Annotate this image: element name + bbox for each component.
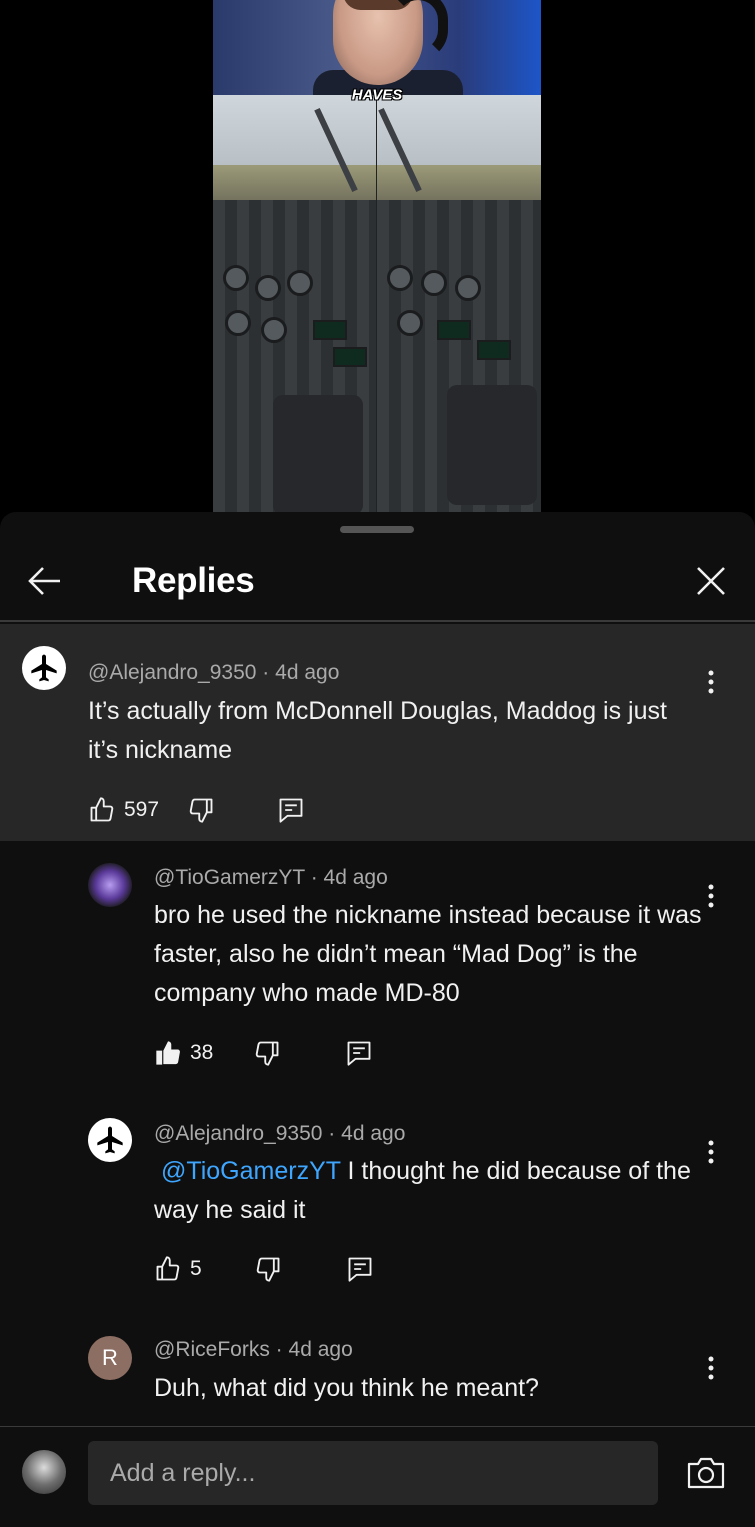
page-title: Replies — [132, 561, 255, 600]
thumbs-down-icon — [256, 1041, 279, 1066]
comment-meta: @Alejandro_9350 · 4d ago — [88, 661, 339, 685]
comment-author[interactable]: @Alejandro_9350 — [154, 1122, 322, 1145]
like-button[interactable]: 38 — [154, 1035, 213, 1071]
camera-icon — [687, 1457, 725, 1489]
comment-actions: 38 — [154, 1035, 373, 1071]
comment-time: 4d ago — [288, 1338, 353, 1361]
arrow-left-icon — [28, 567, 60, 595]
mention-link[interactable]: @TioGamerzYT — [161, 1157, 341, 1185]
replies-panel: Replies @Alejandro_9350 · 4d ago It’s ac… — [0, 512, 755, 1527]
reply-button[interactable] — [346, 1251, 374, 1287]
separator: · — [262, 661, 270, 684]
avatar[interactable] — [88, 1118, 132, 1162]
user-avatar[interactable] — [22, 1450, 66, 1494]
dislike-button[interactable] — [253, 1035, 281, 1071]
comment-meta: @RiceForks · 4d ago — [154, 1338, 353, 1362]
comment-actions: 5 — [154, 1251, 374, 1287]
airplane-icon — [97, 1126, 123, 1154]
separator: · — [310, 866, 318, 889]
cockpit-image — [213, 95, 541, 512]
separator: · — [328, 1122, 336, 1145]
comment-author[interactable]: @Alejandro_9350 — [88, 661, 256, 684]
avatar[interactable] — [22, 646, 66, 690]
reply-comment: R @RiceForks · 4d ago Duh, what did you … — [0, 1312, 755, 1426]
webcam-overlay — [213, 0, 541, 110]
comment-text: It’s actually from McDonnell Douglas, Ma… — [88, 697, 667, 764]
thumbs-down-icon — [256, 1257, 280, 1282]
close-icon — [697, 567, 725, 595]
thumbs-up-filled-icon — [156, 1041, 180, 1065]
camera-button[interactable] — [686, 1453, 726, 1493]
thumbs-down-icon — [189, 798, 213, 823]
comment-text: bro he used the nickname instead because… — [154, 901, 702, 1007]
comment-actions: 597 — [88, 792, 305, 828]
avatar[interactable] — [88, 863, 132, 907]
comment-text: @TioGamerzYT I thought he did because of… — [154, 1152, 714, 1230]
like-count: 5 — [190, 1257, 202, 1280]
thumbs-up-icon — [156, 1256, 180, 1281]
like-count: 597 — [124, 798, 160, 821]
like-button[interactable]: 597 — [88, 792, 159, 828]
airplane-icon — [31, 654, 57, 682]
replies-header: Replies — [0, 542, 755, 622]
reply-bar — [0, 1426, 755, 1527]
comment-icon — [348, 1257, 372, 1282]
back-button[interactable] — [22, 558, 68, 604]
comment-icon — [347, 1041, 371, 1066]
more-options-button[interactable] — [696, 664, 726, 700]
reply-button[interactable] — [345, 1035, 373, 1071]
video-frame: HAVES — [213, 0, 541, 512]
comment-author[interactable]: @RiceForks — [154, 1338, 270, 1361]
dislike-button[interactable] — [254, 1251, 282, 1287]
like-button[interactable]: 5 — [154, 1251, 202, 1287]
close-button[interactable] — [688, 558, 734, 604]
thumbs-up-icon — [90, 797, 114, 822]
comment-meta: @Alejandro_9350 · 4d ago — [154, 1122, 405, 1146]
dislike-button[interactable] — [187, 792, 215, 828]
comment-author[interactable]: @TioGamerzYT — [154, 866, 305, 889]
reply-button[interactable] — [277, 792, 305, 828]
more-vert-icon — [708, 670, 714, 694]
comment-icon — [279, 798, 303, 823]
drag-handle[interactable] — [340, 526, 414, 533]
separator: · — [275, 1338, 283, 1361]
headset-icon — [388, 0, 448, 60]
video-caption: HAVES — [351, 86, 403, 104]
comment-meta: @TioGamerzYT · 4d ago — [154, 866, 388, 890]
comment-time: 4d ago — [275, 661, 340, 684]
video-player[interactable]: HAVES — [0, 0, 755, 520]
avatar[interactable]: R — [88, 1336, 132, 1380]
comment-time: 4d ago — [323, 866, 388, 889]
like-count: 38 — [190, 1041, 214, 1064]
reply-comment: @TioGamerzYT · 4d ago bro he used the ni… — [0, 841, 755, 1091]
parent-comment: @Alejandro_9350 · 4d ago It’s actually f… — [0, 624, 755, 841]
comment-text: Duh, what did you think he meant? — [154, 1374, 539, 1402]
reply-comment: @Alejandro_9350 · 4d ago @TioGamerzYT I … — [0, 1096, 755, 1311]
reply-input[interactable] — [88, 1441, 658, 1505]
comment-time: 4d ago — [341, 1122, 406, 1145]
